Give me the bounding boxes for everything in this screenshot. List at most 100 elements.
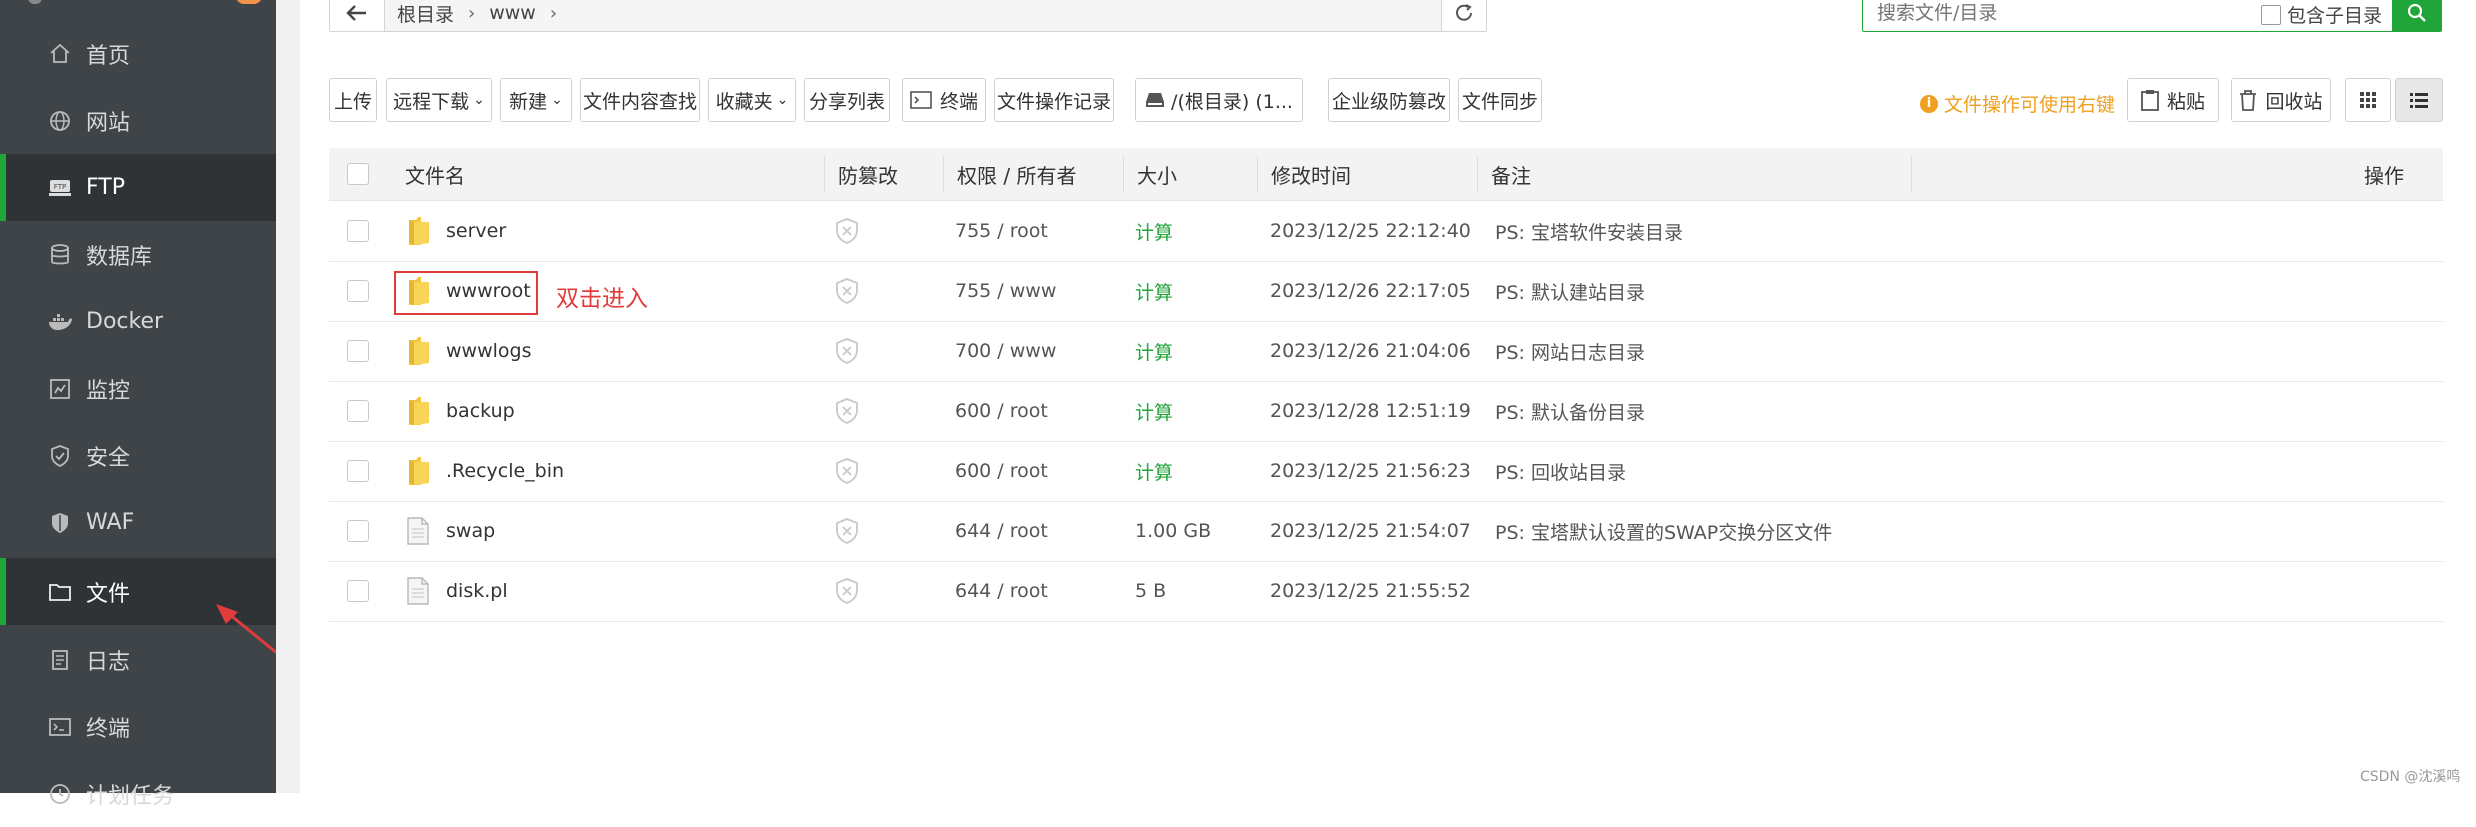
sidebar-item-docker[interactable]: Docker [0, 288, 276, 355]
file-name[interactable]: .Recycle_bin [446, 441, 564, 501]
file-note[interactable]: PS: 默认建站目录 [1495, 261, 1645, 321]
sidebar-item-home[interactable]: 首页 [0, 20, 276, 87]
row-checkbox[interactable] [347, 400, 369, 422]
sidebar-item-terminal[interactable]: 终端 [0, 693, 276, 760]
folder-icon [46, 578, 74, 606]
sidebar-item-label: 日志 [86, 649, 131, 675]
monitor-icon [46, 375, 74, 403]
header-permission[interactable]: 权限 / 所有者 [957, 148, 1076, 200]
table-row[interactable]: .Recycle_bin 600 / root 计算 2023/12/25 21:56… [329, 441, 2443, 502]
upload-label: 上传 [333, 90, 372, 113]
remote-download-button[interactable]: 远程下载 ⌄ [386, 78, 492, 122]
include-subdir-toggle[interactable]: 包含子目录 [2261, 1, 2382, 28]
chevron-right-icon: › [468, 2, 476, 24]
header-size[interactable]: 大小 [1137, 148, 1177, 200]
file-note[interactable]: PS: 回收站目录 [1495, 441, 1626, 501]
tamper-shield-icon[interactable] [834, 321, 860, 381]
row-checkbox[interactable] [347, 340, 369, 362]
file-size[interactable]: 计算 [1135, 441, 1173, 501]
sidebar-item-waf[interactable]: WAF [0, 489, 276, 556]
grid-view-button[interactable] [2345, 78, 2391, 122]
table-row[interactable]: backup 600 / root 计算 2023/12/28 12:51:19 PS:… [329, 381, 2443, 442]
file-permission[interactable]: 644 / root [955, 561, 1048, 621]
file-name[interactable]: wwwlogs [446, 321, 531, 381]
table-row[interactable]: disk.pl 644 / root 5 B 2023/12/25 21:55:52 [329, 561, 2443, 622]
refresh-button[interactable] [1441, 0, 1487, 32]
file-size[interactable]: 计算 [1135, 381, 1173, 441]
file-name[interactable]: swap [446, 501, 495, 561]
sidebar-item-cron[interactable]: 计划任务 [0, 760, 276, 827]
tamper-shield-icon[interactable] [834, 441, 860, 501]
file-size[interactable]: 计算 [1135, 321, 1173, 381]
sidebar-item-website[interactable]: 网站 [0, 87, 276, 154]
tamper-shield-icon[interactable] [834, 201, 860, 261]
row-checkbox[interactable] [347, 460, 369, 482]
path-bar[interactable]: 根目录 › www › [329, 0, 1487, 32]
sidebar-item-security[interactable]: 安全 [0, 422, 276, 489]
row-checkbox[interactable] [347, 220, 369, 242]
file-name[interactable]: backup [446, 381, 515, 441]
op-log-button[interactable]: 文件操作记录 [994, 78, 1114, 122]
clipboard-icon [2141, 90, 2159, 111]
shield-check-icon [46, 442, 74, 470]
paste-button[interactable]: 粘贴 [2127, 78, 2219, 122]
file-name[interactable]: server [446, 201, 506, 261]
breadcrumb-root[interactable]: 根目录 [397, 0, 454, 27]
file-permission[interactable]: 755 / root [955, 201, 1048, 261]
row-checkbox[interactable] [347, 580, 369, 602]
file-size[interactable]: 计算 [1135, 201, 1173, 261]
folder-icon [407, 201, 433, 261]
tamper-shield-icon[interactable] [834, 501, 860, 561]
file-permission[interactable]: 644 / root [955, 501, 1048, 561]
header-mtime[interactable]: 修改时间 [1271, 148, 1351, 200]
disk-button[interactable]: /(根目录) (1... [1135, 78, 1303, 122]
include-subdir-checkbox[interactable] [2261, 4, 2281, 25]
file-permission[interactable]: 700 / www [955, 321, 1056, 381]
file-size[interactable]: 计算 [1135, 261, 1173, 321]
upload-button[interactable]: 上传 [329, 78, 377, 122]
back-button[interactable] [330, 0, 385, 31]
paste-label: 粘贴 [2166, 90, 2205, 113]
breadcrumb-www[interactable]: www [489, 2, 536, 24]
table-row[interactable]: wwwlogs 700 / www 计算 2023/12/26 21:04:06 PS:… [329, 321, 2443, 382]
anti-tamper-button[interactable]: 企业级防篡改 [1328, 78, 1450, 122]
sidebar-item-database[interactable]: 数据库 [0, 221, 276, 288]
file-note[interactable]: PS: 宝塔默认设置的SWAP交换分区文件 [1495, 501, 1832, 561]
file-note[interactable]: PS: 网站日志目录 [1495, 321, 1645, 381]
tamper-shield-icon[interactable] [834, 561, 860, 621]
arrow-left-icon [346, 5, 366, 21]
file-icon [407, 501, 429, 561]
file-note[interactable]: PS: 宝塔软件安装目录 [1495, 201, 1683, 261]
table-header: 文件名 防篡改 权限 / 所有者 大小 修改时间 备注 操作 [329, 148, 2443, 201]
folder-icon [407, 381, 433, 441]
file-sync-button[interactable]: 文件同步 [1458, 78, 1542, 122]
content-search-button[interactable]: 文件内容查找 [580, 78, 700, 122]
terminal-button[interactable]: 终端 [902, 78, 986, 122]
content-search-label: 文件内容查找 [582, 90, 697, 113]
list-view-icon [2410, 93, 2428, 108]
recycle-bin-button[interactable]: 回收站 [2231, 78, 2331, 122]
tamper-shield-icon[interactable] [834, 261, 860, 321]
table-row[interactable]: server 755 / root 计算 2023/12/25 22:12:40 PS:… [329, 201, 2443, 262]
file-permission[interactable]: 755 / www [955, 261, 1056, 321]
new-button[interactable]: 新建 ⌄ [500, 78, 572, 122]
share-list-button[interactable]: 分享列表 [804, 78, 890, 122]
tamper-shield-icon[interactable] [834, 381, 860, 441]
sidebar-item-ftp[interactable]: FTP FTP [0, 154, 282, 221]
file-note[interactable]: PS: 默认备份目录 [1495, 381, 1645, 441]
search-input[interactable] [1875, 1, 2259, 25]
file-permission[interactable]: 600 / root [955, 441, 1048, 501]
favorites-button[interactable]: 收藏夹 ⌄ [708, 78, 796, 122]
column-divider [1123, 156, 1124, 192]
list-view-button[interactable] [2395, 78, 2443, 122]
header-filename[interactable]: 文件名 [405, 148, 465, 200]
sidebar: 首页 网站 FTP FTP 数据库 Docker 监控 安全 WAF 文件 日志… [0, 0, 289, 809]
row-checkbox[interactable] [347, 280, 369, 302]
table-row[interactable]: swap 644 / root 1.00 GB 2023/12/25 21:54:07… [329, 501, 2443, 562]
row-checkbox[interactable] [347, 520, 369, 542]
file-name[interactable]: disk.pl [446, 561, 508, 621]
search-button[interactable] [2392, 0, 2442, 32]
sidebar-item-monitor[interactable]: 监控 [0, 355, 276, 422]
select-all-checkbox[interactable] [347, 163, 369, 185]
file-permission[interactable]: 600 / root [955, 381, 1048, 441]
